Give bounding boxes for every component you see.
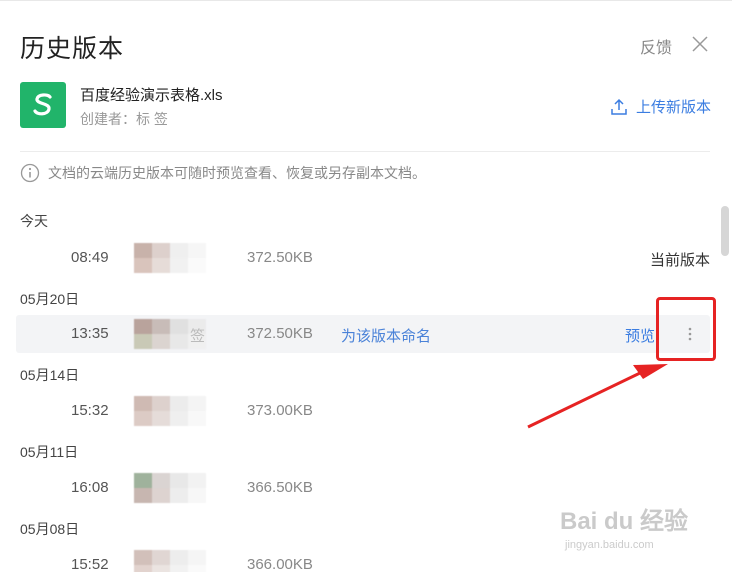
version-size: 366.50KB (247, 479, 313, 496)
version-time: 08:49 (71, 249, 109, 266)
upload-new-version-button[interactable]: 上传新版本 (610, 96, 711, 117)
avatar (134, 473, 206, 503)
version-time: 15:52 (71, 556, 109, 572)
annotation-highlight-box (656, 297, 716, 361)
file-creator: 创建者：标 签 (80, 111, 168, 127)
version-row[interactable]: 15:32 373.00KB (16, 392, 710, 430)
version-row[interactable]: 13:35 签 372.50KB 为该版本命名 预览 (16, 315, 710, 353)
date-label: 05月11日 (20, 444, 79, 460)
version-time: 13:35 (71, 325, 109, 342)
divider (20, 151, 710, 152)
info-icon (20, 163, 40, 183)
version-row[interactable]: 08:49 372.50KB 当前版本 (16, 239, 710, 277)
notice: 文档的云端历史版本可随时预览查看、恢复或另存副本文档。 (20, 163, 426, 183)
version-size: 373.00KB (247, 402, 313, 419)
preview-link[interactable]: 预览 (625, 325, 655, 346)
name-version-link[interactable]: 为该版本命名 (341, 325, 431, 346)
scrollbar[interactable] (721, 206, 729, 256)
history-dialog: 历史版本 反馈 百度经验演示表格.xls 创建者：标 签 上传新版本 文档的云端… (0, 0, 732, 572)
avatar-label: 签 (190, 328, 206, 345)
spreadsheet-file-icon (20, 82, 66, 128)
current-version-label: 当前版本 (649, 252, 710, 269)
watermark-logo: Bai du 经验 (560, 508, 689, 535)
date-label: 今天 (20, 213, 48, 229)
feedback-link[interactable]: 反馈 (640, 34, 672, 58)
date-label: 05月14日 (20, 367, 80, 383)
date-label: 05月20日 (20, 291, 80, 307)
version-size: 372.50KB (247, 249, 313, 266)
dialog-title: 历史版本 (20, 35, 125, 63)
upload-icon (611, 98, 627, 115)
version-size: 366.00KB (247, 556, 313, 572)
version-size: 372.50KB (247, 325, 313, 342)
avatar (134, 550, 206, 572)
watermark-url: jingyan.baidu.com (565, 539, 654, 551)
upload-label: 上传新版本 (636, 99, 712, 116)
avatar (134, 396, 206, 426)
file-name: 百度经验演示表格.xls (80, 87, 223, 104)
version-time: 16:08 (71, 479, 109, 496)
version-time: 15:32 (71, 402, 109, 419)
notice-text: 文档的云端历史版本可随时预览查看、恢复或另存副本文档。 (48, 165, 426, 181)
avatar (134, 243, 206, 273)
close-icon[interactable] (690, 34, 710, 54)
date-label: 05月08日 (20, 521, 80, 537)
